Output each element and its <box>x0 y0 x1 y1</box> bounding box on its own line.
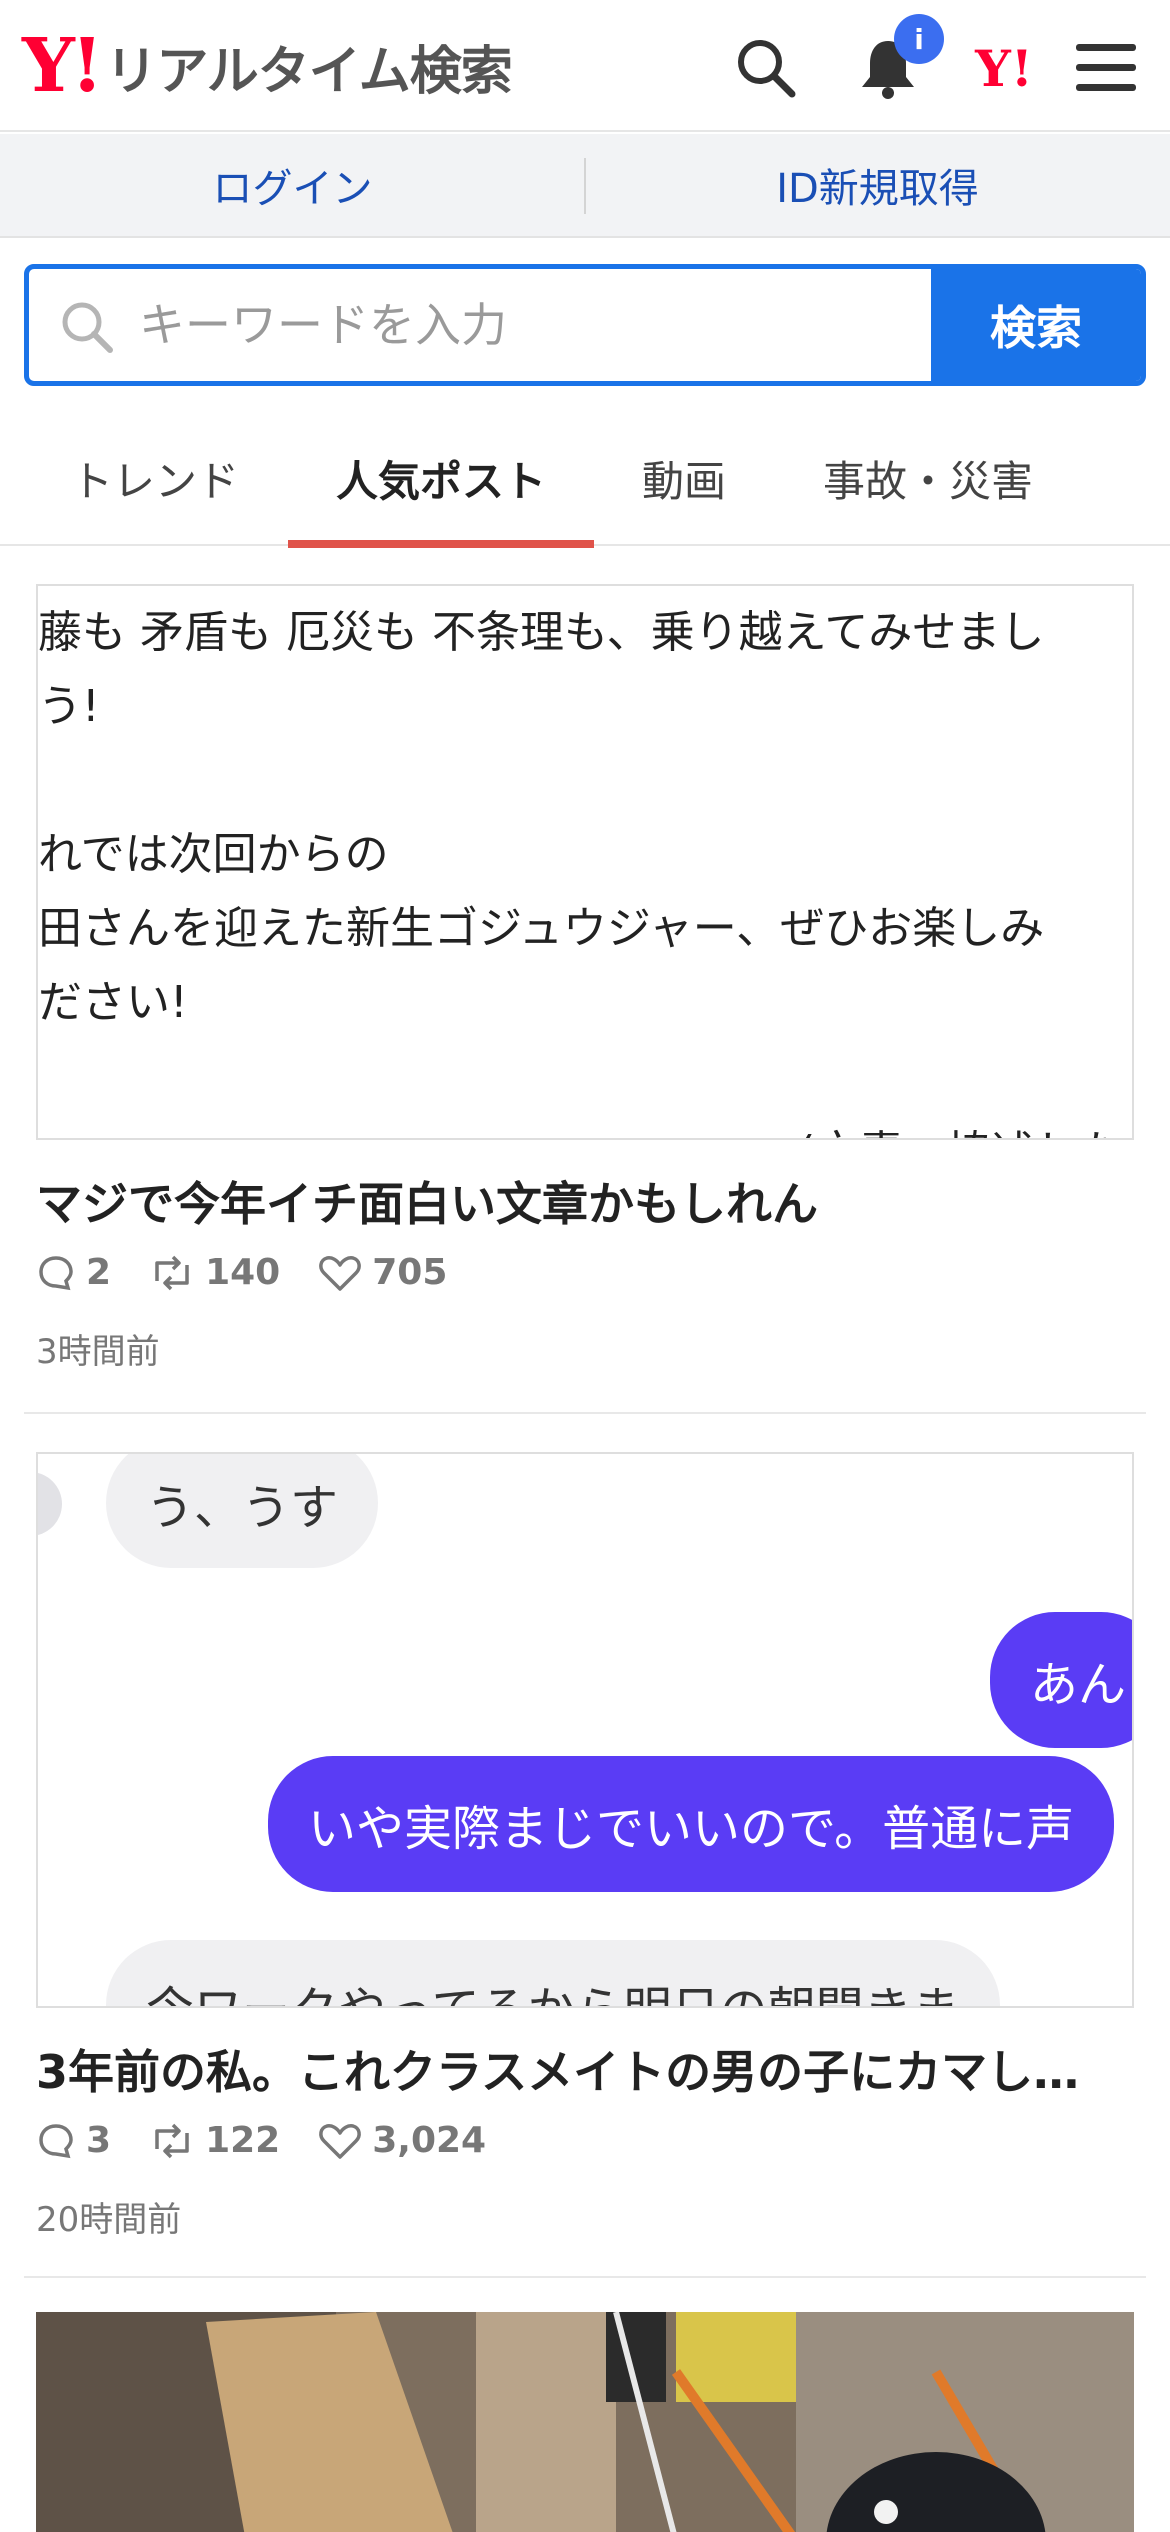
repost-count[interactable]: 140 <box>149 1252 280 1293</box>
reply-icon <box>39 1255 73 1290</box>
search-field-icon <box>62 302 113 353</box>
post-title[interactable]: 3年前の私。これクラスメイトの男の子にカマし… <box>36 2036 1134 2102</box>
like-count[interactable]: 705 <box>318 1252 447 1293</box>
logo-text: リアルタイム検索 <box>105 41 512 102</box>
tab-trend[interactable]: トレンド <box>40 410 270 546</box>
repost-icon <box>155 2123 189 2158</box>
header: Y! リアルタイム検索 i Y! <box>0 0 1170 132</box>
post-image[interactable]: 藤も 矛盾も 厄災も 不条理も、乗り越えてみせまし う! れでは次回からの 田さ… <box>36 584 1134 1140</box>
login-link[interactable]: ログイン <box>0 156 585 214</box>
menu-icon[interactable] <box>1068 30 1144 106</box>
post-card[interactable]: 藤も 矛盾も 厄災も 不条理も、乗り越えてみせまし う! れでは次回からの 田さ… <box>24 584 1146 1384</box>
login-bar: ログイン ID新規取得 <box>0 134 1170 238</box>
search-button[interactable]: 検索 <box>931 269 1141 381</box>
image-text-line: う! <box>38 681 100 732</box>
like-count[interactable]: 3,024 <box>318 2120 486 2161</box>
logo-mark: Y! <box>22 23 103 109</box>
search-box: 検索 <box>24 264 1146 386</box>
yahoo-realtime-logo[interactable]: Y! リアルタイム検索 <box>22 23 513 109</box>
post-divider <box>24 2276 1146 2278</box>
post-title[interactable]: マジで今年イチ面白い文章かもしれん <box>36 1168 1134 1234</box>
chat-bubble: う、うす <box>106 1454 379 1568</box>
image-text-line: 藤も 矛盾も 厄災も 不条理も、乗り越えてみせまし <box>38 607 1045 658</box>
tab-accident-disaster[interactable]: 事故・災害 <box>790 410 1066 546</box>
tab-popular-posts[interactable]: 人気ポスト <box>288 410 594 548</box>
like-count-value: 3,024 <box>372 2120 487 2161</box>
repost-count-value: 122 <box>205 2120 281 2161</box>
post-stats: 2 140 705 <box>36 1252 485 1293</box>
reply-count[interactable]: 3 <box>36 2120 111 2161</box>
yahoo-home-icon[interactable]: Y! <box>966 30 1042 106</box>
post-time: 3時間前 <box>36 1332 160 1372</box>
post-card[interactable]: う、うす あん いや実際まじでいいので。普通に声 今ワークやってるから明日の朝聞… <box>24 1452 1146 2252</box>
search-icon[interactable] <box>728 30 804 106</box>
post-divider <box>24 1412 1146 1414</box>
category-tabs: トレンド 人気ポスト 動画 事故・災害 <box>0 410 1170 548</box>
photo-illustration <box>36 2312 1134 2532</box>
post-image[interactable] <box>36 2312 1134 2532</box>
like-count-value: 705 <box>372 1252 448 1293</box>
chat-bubble: 今ワークやってるから明日の朝聞きま <box>106 1940 1000 2006</box>
image-text-line: 田さんを迎えた新生ゴジュウジャー、ぜひお楽しみ <box>38 903 1045 954</box>
chat-bubble: あん <box>990 1612 1132 1748</box>
reply-icon <box>39 2123 73 2158</box>
post-time: 20時間前 <box>36 2200 182 2240</box>
post-stats: 3 122 3,024 <box>36 2120 524 2161</box>
chat-avatar <box>38 1472 62 1536</box>
post-image[interactable]: う、うす あん いや実際まじでいいので。普通に声 今ワークやってるから明日の朝聞… <box>36 1452 1134 2008</box>
reply-count-value: 3 <box>86 2120 112 2161</box>
image-text-line: (文責：協述した <box>798 1116 1123 1138</box>
repost-count[interactable]: 122 <box>149 2120 280 2161</box>
repost-count-value: 140 <box>205 1252 281 1293</box>
image-text-line: ださい! <box>38 977 188 1028</box>
register-link[interactable]: ID新規取得 <box>585 156 1170 214</box>
chat-bubble: いや実際まじでいいので。普通に声 <box>268 1756 1115 1892</box>
login-divider <box>584 158 586 214</box>
repost-icon <box>155 1255 189 1290</box>
reply-count[interactable]: 2 <box>36 1252 111 1293</box>
notification-badge: i <box>894 14 944 64</box>
heart-icon <box>319 1255 362 1291</box>
heart-icon <box>319 2123 362 2159</box>
image-text-line: れでは次回からの <box>38 829 389 880</box>
reply-count-value: 2 <box>86 1252 112 1293</box>
search-input[interactable] <box>139 269 939 381</box>
tab-video[interactable]: 動画 <box>612 410 756 546</box>
